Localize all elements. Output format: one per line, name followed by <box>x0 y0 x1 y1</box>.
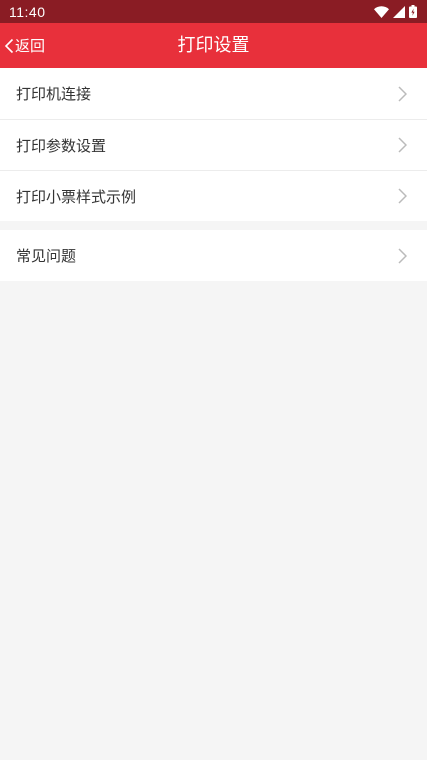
row-label: 常见问题 <box>16 247 77 265</box>
row-print-parameters[interactable]: 打印参数设置 <box>0 119 427 170</box>
row-receipt-sample[interactable]: 打印小票样式示例 <box>0 170 427 221</box>
status-bar: 11:40 <box>0 0 427 23</box>
row-faq[interactable]: 常见问题 <box>0 230 427 281</box>
status-time: 11:40 <box>9 3 46 20</box>
chevron-right-icon <box>398 188 407 204</box>
chevron-right-icon <box>398 247 407 264</box>
row-printer-connection[interactable]: 打印机连接 <box>0 68 427 119</box>
battery-icon <box>409 5 417 18</box>
row-label: 打印参数设置 <box>16 136 107 155</box>
page-title: 打印设置 <box>177 35 250 56</box>
back-button[interactable]: 返回 <box>4 23 45 68</box>
settings-list: 打印机连接 打印参数设置 打印小票样式示例 常见问题 <box>0 68 427 281</box>
chevron-right-icon <box>398 85 407 102</box>
row-label: 打印小票样式示例 <box>16 187 137 206</box>
app-bar: 返回 打印设置 <box>0 23 427 68</box>
settings-group-help: 常见问题 <box>0 230 427 281</box>
chevron-right-icon <box>398 137 407 153</box>
row-label: 打印机连接 <box>16 85 92 103</box>
wifi-icon <box>374 5 389 18</box>
status-icons <box>374 5 417 18</box>
settings-group-printer: 打印机连接 打印参数设置 打印小票样式示例 <box>0 68 427 221</box>
back-label: 返回 <box>15 37 46 55</box>
cell-signal-icon <box>393 5 405 18</box>
chevron-left-icon <box>4 38 14 53</box>
